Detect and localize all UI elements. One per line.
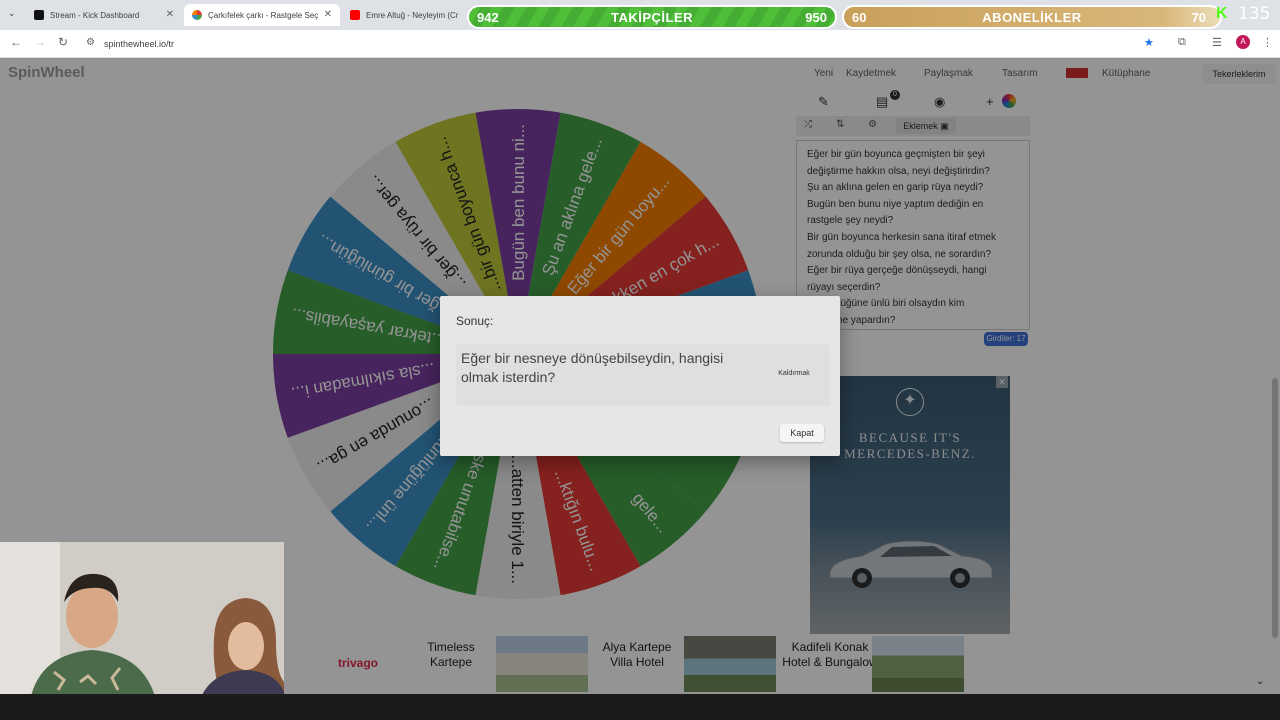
youtube-favicon-icon (350, 10, 360, 20)
subscribers-goal-bar: 60 ABONELİKLER 70 (842, 5, 1222, 29)
site-info-icon[interactable]: ⚙ (86, 37, 95, 48)
browser-toolbar: ← → ↻ ⚙ spinthewheel.io/tr ★ ⧉ ☰ ⋮ (0, 30, 1280, 58)
extensions-icon[interactable]: ⧉ (1178, 36, 1186, 49)
forward-arrow-icon[interactable]: → (34, 35, 46, 49)
tab-title: Emre Altuğ - Neyleyim (Cr (366, 10, 459, 20)
dialog-title: Sonuç: (456, 314, 494, 328)
result-dialog: Sonuç: Eğer bir nesneye dönüşebilseydin,… (440, 296, 840, 456)
followers-label: TAKİPÇİLER (610, 10, 694, 25)
reload-icon[interactable]: ↻ (58, 35, 68, 49)
bottom-strip (0, 694, 1280, 720)
webcam-overlay (0, 542, 284, 700)
close-tab-icon[interactable]: ✕ (166, 9, 174, 20)
tab-title: Stream - Kick Dashboard (50, 10, 140, 20)
kick-logo-icon: K (1216, 5, 1228, 22)
result-text: Eğer bir nesneye dönüşebilseydin, hangis… (461, 350, 724, 385)
profile-avatar[interactable]: A (1236, 35, 1250, 49)
result-box: Eğer bir nesneye dönüşebilseydin, hangis… (456, 344, 830, 406)
close-tab-icon[interactable]: ✕ (324, 9, 332, 20)
bookmark-star-icon[interactable]: ★ (1144, 36, 1154, 49)
viewer-count: 135 (1238, 4, 1271, 24)
kick-favicon-icon (34, 10, 44, 20)
tab-search-chevron-icon[interactable]: ⌄ (8, 8, 16, 19)
subs-target: 70 (1191, 10, 1206, 25)
tab-kick-dashboard[interactable]: Stream - Kick Dashboard ✕ (26, 4, 182, 26)
screen: { "browser": { "tabs": [ {"title": "Stre… (0, 0, 1280, 720)
more-menu-icon[interactable]: ⋮ (1262, 36, 1273, 49)
followers-goal-bar: 942 TAKİPÇİLER 950 (467, 5, 837, 29)
tab-spinwheel[interactable]: Çarkıfelek çarkı - Rastgele Seçi ✕ (184, 4, 340, 26)
close-button[interactable]: Kapat (780, 424, 824, 442)
followers-target: 950 (805, 10, 827, 25)
url-text: spinthewheel.io/tr (104, 39, 175, 49)
subs-label: ABONELİKLER (982, 10, 1082, 25)
address-bar[interactable]: ⚙ spinthewheel.io/tr (80, 35, 1150, 53)
wheel-favicon-icon (192, 10, 202, 20)
back-arrow-icon[interactable]: ← (10, 35, 22, 49)
remove-button[interactable]: Kaldırmak (772, 366, 816, 382)
reading-list-icon[interactable]: ☰ (1212, 36, 1222, 49)
tab-youtube[interactable]: Emre Altuğ - Neyleyim (Cr (342, 4, 466, 26)
webcam-image (0, 542, 284, 700)
tab-title: Çarkıfelek çarkı - Rastgele Seçi (208, 10, 318, 20)
